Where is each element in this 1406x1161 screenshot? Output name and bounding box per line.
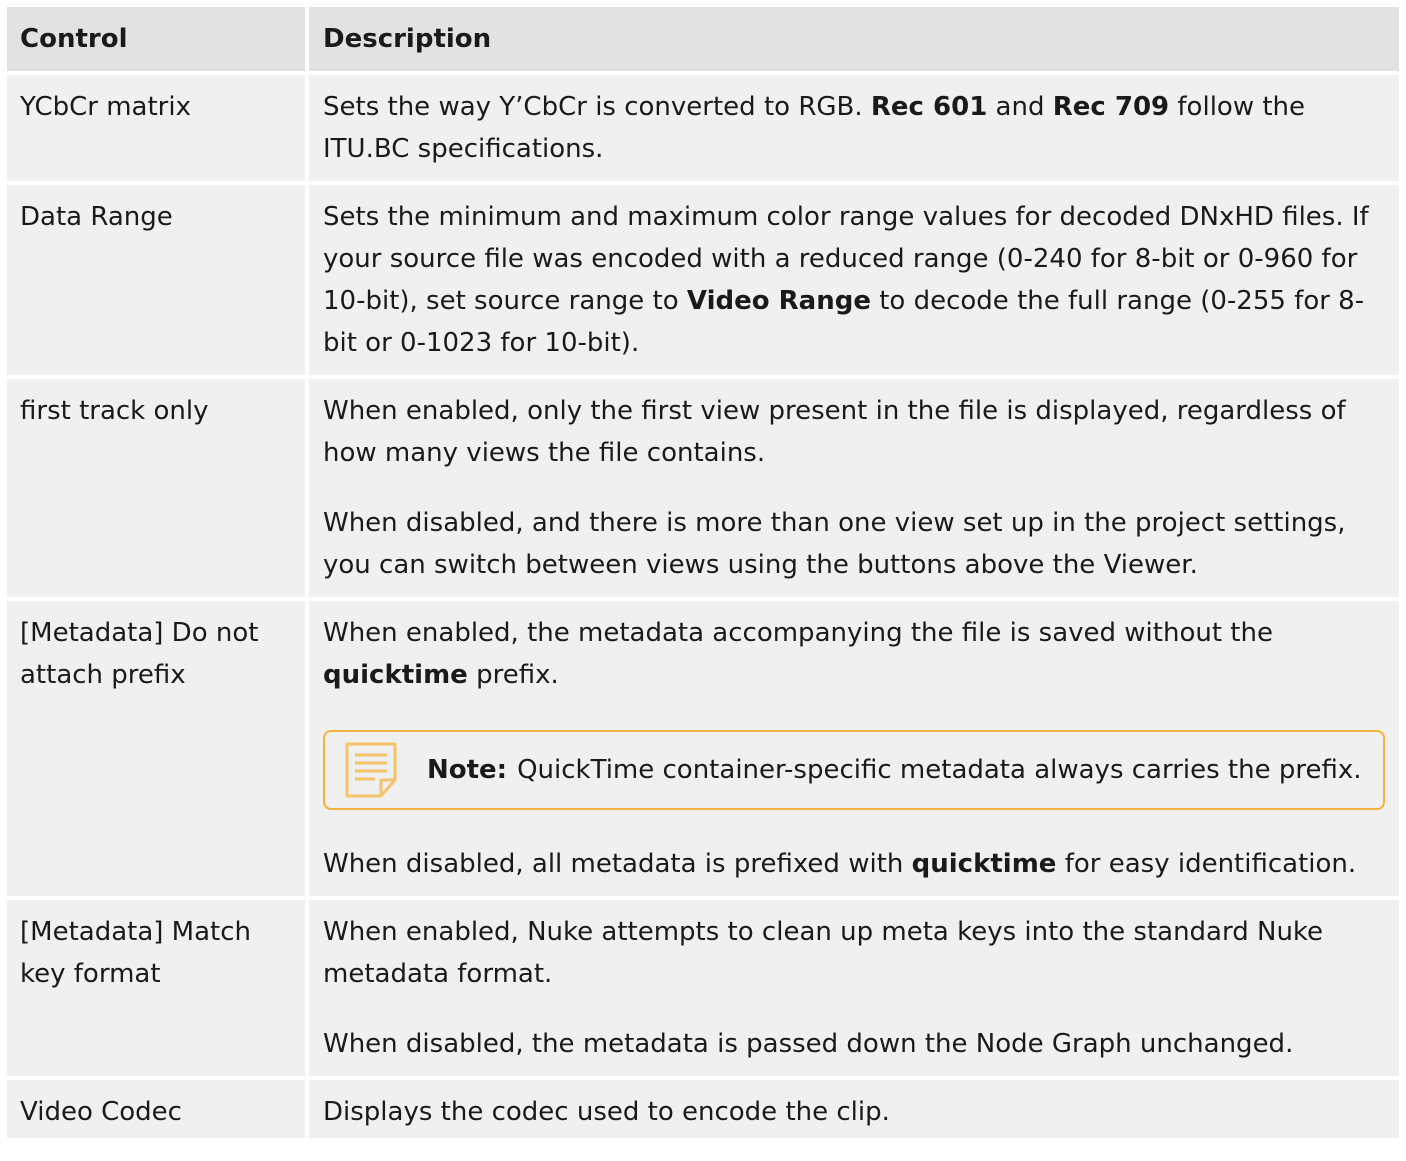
control-description: When enabled, the metadata accompanying …: [309, 601, 1399, 896]
control-name: [Metadata] Do not attach prefix: [7, 601, 305, 896]
control-name: Data Range: [7, 185, 305, 375]
bold-term: Rec 601: [870, 92, 988, 122]
note-callout: Note: QuickTime container-specific metad…: [323, 730, 1385, 810]
control-description: Sets the way Y’CbCr is converted to RGB.…: [309, 75, 1399, 181]
table-row: first track only When enabled, only the …: [7, 379, 1399, 597]
control-description: Sets the minimum and maximum color range…: [309, 185, 1399, 375]
header-control: Control: [7, 7, 305, 71]
description-text: When disabled, all metadata is prefixed …: [323, 843, 1385, 885]
text-segment: and: [987, 92, 1053, 122]
bold-term: Video Range: [686, 286, 871, 316]
control-description: Displays the codec used to encode the cl…: [309, 1080, 1399, 1138]
description-text: When enabled, Nuke attempts to clean up …: [323, 917, 1324, 989]
description-text: Displays the codec used to encode the cl…: [323, 1097, 890, 1127]
table-row: Video Codec Displays the codec used to e…: [7, 1080, 1399, 1138]
table-row: [Metadata] Do not attach prefix When ena…: [7, 601, 1399, 896]
text-segment: When disabled, all metadata is prefixed …: [323, 849, 912, 879]
bold-term: quicktime: [323, 660, 468, 690]
control-name: [Metadata] Match key format: [7, 900, 305, 1076]
text-segment: prefix.: [467, 660, 559, 690]
table-header-row: Control Description: [7, 7, 1399, 71]
header-description: Description: [309, 7, 1399, 71]
table-row: Data Range Sets the minimum and maximum …: [7, 185, 1399, 375]
control-description: When enabled, Nuke attempts to clean up …: [309, 900, 1399, 1076]
note-text: QuickTime container-specific metadata al…: [517, 755, 1362, 785]
description-text: When disabled, and there is more than on…: [323, 508, 1346, 580]
control-name: YCbCr matrix: [7, 75, 305, 181]
control-name: first track only: [7, 379, 305, 597]
description-text: Sets the minimum and maximum color range…: [323, 196, 1385, 364]
bold-term: quicktime: [911, 849, 1057, 879]
description-text: When enabled, only the first view presen…: [323, 396, 1346, 468]
text-segment: Sets the way Y’CbCr is converted to RGB.: [323, 92, 871, 122]
control-description: When enabled, only the first view presen…: [309, 379, 1399, 597]
table-row: [Metadata] Match key format When enabled…: [7, 900, 1399, 1076]
description-text: When enabled, the metadata accompanying …: [323, 612, 1385, 696]
description-text: When disabled, the metadata is passed do…: [323, 1029, 1294, 1059]
note-label: Note:: [427, 755, 508, 785]
control-name: Video Codec: [7, 1080, 305, 1138]
text-segment: for easy identification.: [1056, 849, 1357, 879]
table-row: YCbCr matrix Sets the way Y’CbCr is conv…: [7, 75, 1399, 181]
controls-table: Control Description YCbCr matrix Sets th…: [7, 7, 1399, 1142]
description-text: Sets the way Y’CbCr is converted to RGB.…: [323, 86, 1385, 170]
bold-term: Rec 709: [1052, 92, 1170, 122]
text-segment: When enabled, the metadata accompanying …: [323, 618, 1273, 648]
note-document-icon: [345, 742, 397, 798]
